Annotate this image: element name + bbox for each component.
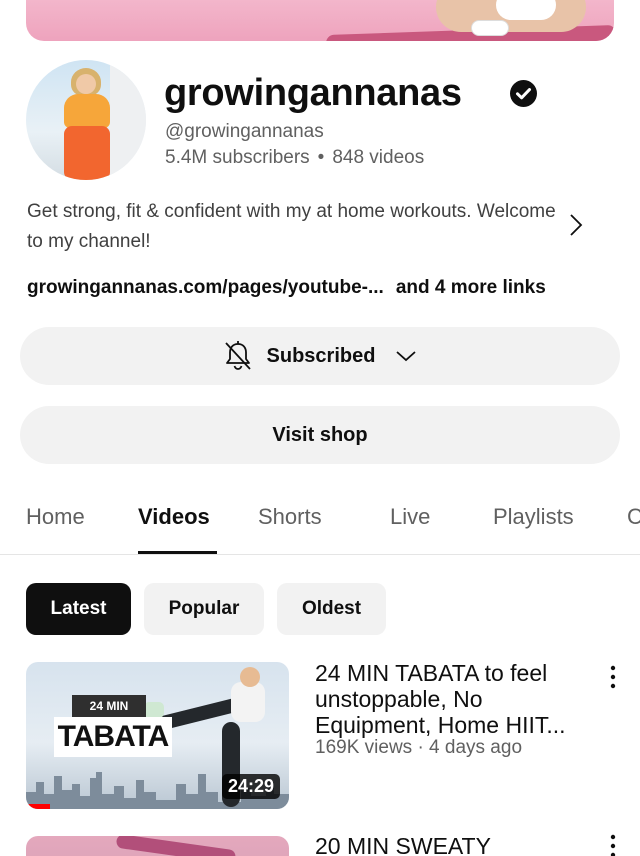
video-thumbnail[interactable] <box>26 836 289 856</box>
chevron-down-icon <box>396 351 417 362</box>
channel-link[interactable]: growingannanas.com/pages/youtube-... <box>27 277 384 298</box>
chevron-right-icon[interactable] <box>566 212 586 238</box>
visit-shop-button[interactable]: Visit shop <box>20 406 620 464</box>
channel-links[interactable]: growingannanas.com/pages/youtube-... and … <box>27 277 546 299</box>
video-thumbnail[interactable]: 24 MIN TABATA 24:29 <box>26 662 289 809</box>
tab-live[interactable]: Live <box>390 504 430 530</box>
filter-popular[interactable]: Popular <box>144 583 264 635</box>
thumb-title-text: TABATA <box>54 717 172 757</box>
avatar-legs <box>64 126 110 180</box>
athlete-torso <box>231 682 265 722</box>
tab-shorts[interactable]: Shorts <box>258 504 322 530</box>
video-title[interactable]: 24 MIN TABATA to feel unstoppable, No Eq… <box>315 660 585 738</box>
thumb-duration-text: 24 MIN <box>72 695 146 717</box>
video-title[interactable]: 20 MIN SWEATY CARDIO <box>315 833 585 856</box>
tab-home[interactable]: Home <box>26 504 85 530</box>
thumb-figure <box>115 836 237 856</box>
athlete-shoe <box>144 702 164 718</box>
active-tab-indicator <box>138 551 217 554</box>
subscribed-label: Subscribed <box>266 344 376 367</box>
avatar-face <box>76 74 96 94</box>
watch-progress-bar <box>26 804 50 809</box>
more-vert-icon[interactable] <box>603 664 623 690</box>
more-links[interactable]: and 4 more links <box>396 277 546 298</box>
channel-stats: 5.4M subscribers • 848 videos <box>165 147 424 169</box>
visit-shop-label: Visit shop <box>272 423 368 446</box>
banner-figure-shorts <box>496 0 556 20</box>
channel-name: growingannanas <box>164 72 462 114</box>
video-meta: 169K views · 4 days ago <box>315 737 523 758</box>
filter-latest[interactable]: Latest <box>26 583 131 635</box>
channel-banner <box>26 0 614 41</box>
channel-tabs: Home Videos Shorts Live Playlists C <box>0 495 640 555</box>
avatar-top <box>64 94 110 128</box>
more-vert-icon[interactable] <box>603 833 623 856</box>
tab-videos[interactable]: Videos <box>138 504 210 530</box>
video-count: 848 videos <box>332 147 425 168</box>
stats-separator: • <box>317 147 325 168</box>
video-duration: 24:29 <box>221 774 280 799</box>
tab-playlists[interactable]: Playlists <box>493 504 574 530</box>
channel-description[interactable]: Get strong, fit & confident with my at h… <box>27 197 557 257</box>
channel-avatar[interactable] <box>26 60 146 180</box>
verified-icon <box>510 80 537 107</box>
tab-community-partial[interactable]: C <box>627 504 640 530</box>
bell-off-icon <box>224 341 251 370</box>
filter-oldest[interactable]: Oldest <box>277 583 386 635</box>
athlete-head <box>240 667 260 687</box>
avatar-background <box>110 60 146 180</box>
banner-figure-shoe <box>471 20 509 36</box>
subscribed-button[interactable]: Subscribed <box>20 327 620 385</box>
channel-handle: @growingannanas <box>165 121 324 142</box>
subscriber-count: 5.4M subscribers <box>165 147 310 168</box>
